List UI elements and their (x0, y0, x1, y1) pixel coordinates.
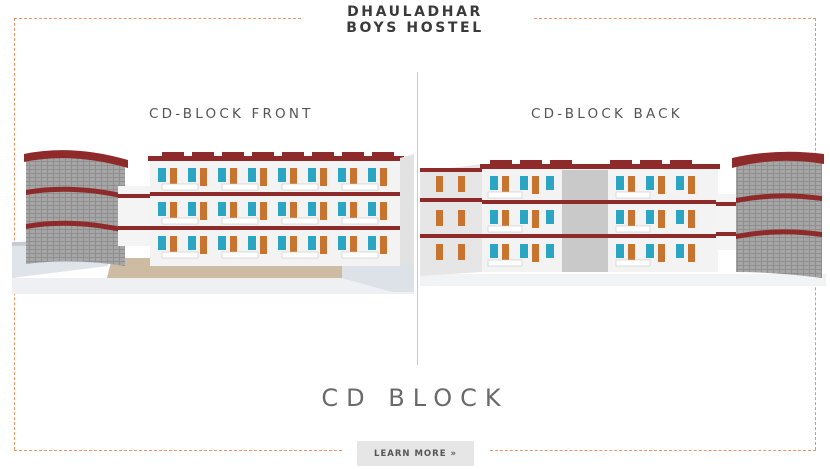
cd-block-back-render (420, 151, 826, 286)
frame-bottom-left (14, 450, 342, 451)
block-title: CD BLOCK (321, 384, 509, 412)
site-title-line2: BOYS HOSTEL (346, 20, 484, 36)
frame-bottom-right (490, 450, 816, 451)
site-title-line1: DHAULADHAR (347, 4, 483, 20)
panel-divider (417, 72, 418, 365)
site-title: DHAULADHAR BOYS HOSTEL (0, 4, 830, 36)
learn-more-button[interactable]: LEARN MORE » (357, 441, 474, 466)
front-view-label: CD-BLOCK FRONT (149, 106, 314, 122)
back-view-label: CD-BLOCK BACK (531, 106, 683, 122)
cd-block-front-render (12, 150, 414, 294)
